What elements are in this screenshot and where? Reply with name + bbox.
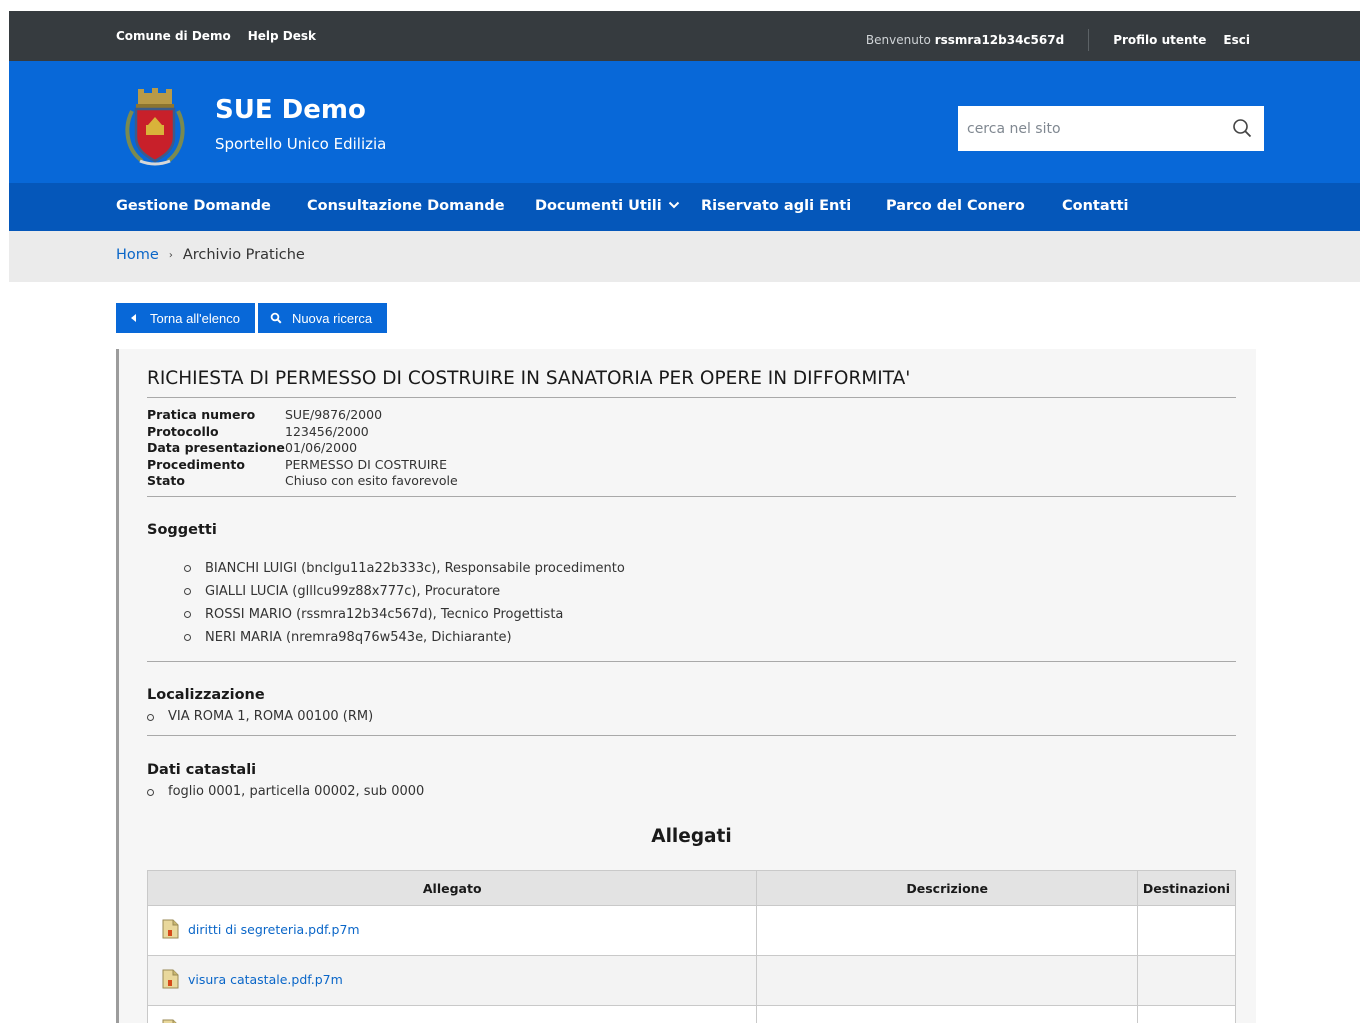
table-cell-file: diritti di segreteria.pdf.p7m	[146, 905, 758, 956]
column-header-destinazioni[interactable]: Destinazioni	[1137, 870, 1236, 906]
table-row: visura catastale.pdf.p7m	[146, 955, 1236, 1006]
divider	[147, 735, 1236, 736]
cadastre-list: foglio 0001, particella 00002, sub 0000	[147, 784, 424, 799]
meta-row: Protocollo 123456/2000	[147, 424, 458, 441]
list-item: ROSSI MARIO (rssmra12b34c567d), Tecnico …	[184, 603, 625, 626]
nav-item-consultazione-domande[interactable]: Consultazione Domande	[307, 198, 505, 214]
attachment-filename: visura catastale.pdf.p7m	[188, 971, 343, 987]
username: rssmra12b34c567d	[934, 33, 1065, 47]
table-cell-description	[756, 905, 1138, 956]
signed-file-icon	[162, 969, 179, 989]
welcome-text: Benvenuto rssmra12b34c567d	[866, 33, 1064, 47]
action-bar: Torna all'elenco Nuova ricerca	[116, 303, 388, 333]
list-item: NERI MARIA (nremra98q76w543e, Dichiarant…	[184, 626, 625, 649]
new-search-button[interactable]: Nuova ricerca	[257, 303, 388, 333]
meta-key: Data presentazione	[147, 440, 285, 455]
nav-item-documenti-utili[interactable]: Documenti Utili	[535, 198, 680, 214]
subjects-list: BIANCHI LUIGI (bnclgu11a22b333c), Respon…	[184, 557, 625, 649]
attachment-link[interactable]	[162, 1019, 188, 1023]
search-icon[interactable]	[1232, 118, 1252, 138]
list-item: VIA ROMA 1, ROMA 00100 (RM)	[147, 709, 373, 724]
meta-row: Pratica numero SUE/9876/2000	[147, 407, 458, 424]
breadcrumb-current: Archivio Pratiche	[182, 247, 305, 263]
practice-detail-panel: RICHIESTA DI PERMESSO DI COSTRUIRE IN SA…	[116, 349, 1256, 1023]
profile-link[interactable]: Profilo utente	[1113, 33, 1206, 47]
meta-value: SUE/9876/2000	[285, 407, 383, 422]
comune-link[interactable]: Comune di Demo	[116, 29, 231, 43]
nav-item-contatti[interactable]: Contatti	[1062, 198, 1128, 214]
page: Comune di Demo Help Desk Benvenuto rssmr…	[9, 11, 1360, 1023]
nav-item-gestione-domande[interactable]: Gestione Domande	[116, 198, 271, 214]
search-icon	[270, 312, 282, 324]
meta-key: Protocollo	[147, 423, 219, 439]
top-bar: Comune di Demo Help Desk Benvenuto rssmr…	[9, 11, 1360, 61]
new-search-label: Nuova ricerca	[291, 310, 373, 326]
location-heading: Localizzazione	[147, 687, 265, 703]
table-row	[146, 1005, 1236, 1023]
attachment-link[interactable]: diritti di segreteria.pdf.p7m	[162, 919, 360, 939]
logout-link[interactable]: Esci	[1223, 33, 1250, 47]
divider	[147, 397, 1236, 398]
table-cell-description	[756, 955, 1138, 1006]
welcome-prefix: Benvenuto	[865, 33, 931, 47]
practice-meta: Pratica numero SUE/9876/2000 Protocollo 12…	[147, 407, 458, 490]
signed-file-icon	[162, 919, 179, 939]
meta-key: Procedimento	[147, 456, 245, 472]
meta-key: Stato	[147, 473, 185, 488]
site-subtitle: Sportello Unico Edilizia	[215, 135, 387, 153]
list-item: foglio 0001, particella 00002, sub 0000	[147, 784, 424, 799]
site-title[interactable]: SUE Demo	[215, 95, 366, 125]
nav-item-parco-conero[interactable]: Parco del Conero	[886, 198, 1025, 214]
table-cell-description	[756, 1005, 1138, 1023]
divider	[147, 661, 1236, 662]
back-to-list-button[interactable]: Torna all'elenco	[116, 303, 255, 333]
table-cell-destinations	[1137, 1005, 1236, 1023]
meta-key: Pratica numero	[147, 407, 256, 422]
signed-file-icon	[162, 1019, 177, 1023]
site-header: SUE Demo Sportello Unico Edilizia	[9, 61, 1360, 183]
meta-value: PERMESSO DI COSTRUIRE	[285, 456, 448, 472]
meta-row: Data presentazione 01/06/2000	[147, 440, 458, 457]
meta-value: 01/06/2000	[285, 440, 358, 455]
meta-row: Stato Chiuso con esito favorevole	[147, 473, 458, 490]
divider	[147, 496, 1236, 497]
meta-row: Procedimento PERMESSO DI COSTRUIRE	[147, 457, 458, 474]
list-item: GIALLI LUCIA (glllcu99z88x777c), Procura…	[184, 580, 625, 603]
attachments-heading: Allegati	[651, 826, 732, 847]
attachment-filename: diritti di segreteria.pdf.p7m	[188, 921, 360, 937]
subjects-heading: Soggetti	[147, 522, 217, 538]
main-nav: Gestione Domande Consultazione Domande D…	[9, 183, 1360, 231]
location-list: VIA ROMA 1, ROMA 00100 (RM)	[147, 709, 373, 724]
chevron-down-icon	[668, 201, 679, 209]
caret-left-icon	[131, 314, 136, 322]
coat-of-arms-logo[interactable]	[122, 87, 188, 169]
table-cell-destinations	[1137, 905, 1236, 956]
attachment-link[interactable]: visura catastale.pdf.p7m	[162, 969, 343, 989]
table-header-row: Allegato Descrizione Destinazioni	[146, 870, 1236, 906]
cadastre-heading: Dati catastali	[147, 762, 257, 778]
meta-value: Chiuso con esito favorevole	[285, 473, 458, 488]
search-input[interactable]	[958, 106, 1208, 151]
attachments-table: Allegato Descrizione Destinazioni diritt…	[146, 870, 1236, 1023]
help-desk-link[interactable]: Help Desk	[248, 29, 316, 43]
practice-title: RICHIESTA DI PERMESSO DI COSTRUIRE IN SA…	[147, 368, 911, 389]
list-item: BIANCHI LUIGI (bnclgu11a22b333c), Respon…	[184, 557, 625, 580]
topbar-divider	[1088, 29, 1090, 51]
back-to-list-label: Torna all'elenco	[150, 310, 240, 326]
nav-item-documenti-utili-label: Documenti Utili	[535, 198, 662, 214]
table-cell-file: visura catastale.pdf.p7m	[146, 955, 758, 1006]
breadcrumb: Home › Archivio Pratiche	[9, 231, 1360, 282]
table-cell-destinations	[1137, 955, 1236, 1006]
meta-value: 123456/2000	[285, 423, 369, 439]
table-row: diritti di segreteria.pdf.p7m	[146, 905, 1236, 956]
column-header-allegato[interactable]: Allegato	[146, 870, 758, 906]
breadcrumb-home[interactable]: Home	[116, 247, 159, 263]
search-box	[958, 106, 1264, 151]
breadcrumb-separator-icon: ›	[168, 249, 173, 261]
table-cell-file	[146, 1005, 758, 1023]
nav-item-riservato-enti[interactable]: Riservato agli Enti	[701, 198, 851, 214]
column-header-descrizione[interactable]: Descrizione	[756, 870, 1138, 906]
